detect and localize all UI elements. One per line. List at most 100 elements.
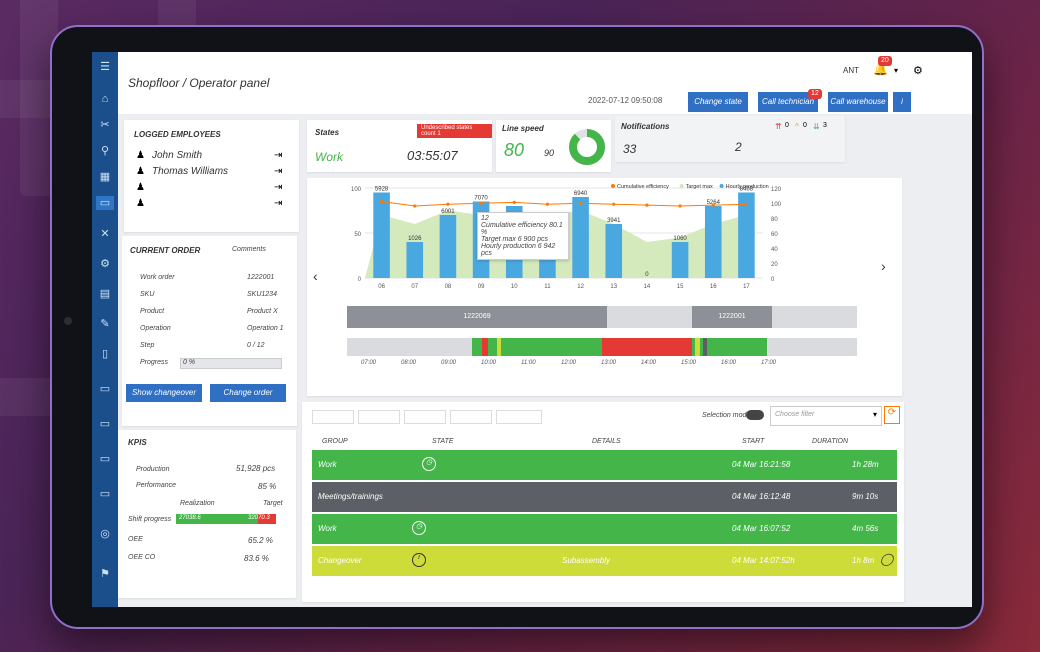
column-header[interactable]: DURATION [812, 438, 848, 445]
timeline-segment[interactable] [602, 338, 692, 356]
bar-label: 1026 [408, 236, 422, 242]
order-block[interactable]: 1222001 [692, 306, 772, 328]
efficiency-point [413, 204, 417, 208]
logout-icon[interactable]: ⇥ [274, 182, 282, 193]
tag-icon[interactable]: ⚑ [96, 567, 114, 581]
file-icon[interactable]: ▯ [96, 347, 114, 361]
kpi-label: OEE [128, 536, 143, 543]
column-header[interactable]: START [742, 438, 764, 445]
toolbar-button[interactable] [312, 410, 354, 424]
bar-label: 6940 [574, 191, 588, 197]
edit-icon[interactable]: ✎ [96, 317, 114, 331]
timeline-tick: 17:00 [761, 360, 777, 366]
shift-realization-value: 27038.6 [179, 515, 201, 521]
chevron-down-icon[interactable]: ▾ [894, 66, 898, 75]
call-warehouse-button[interactable]: Call warehouse [828, 92, 888, 112]
progress-bar: 0 % [180, 358, 282, 369]
table-row[interactable]: Work ◷ 04 Mar 16:21:58 1h 28m [312, 450, 897, 480]
info-button[interactable]: i [893, 92, 911, 112]
comment-icon[interactable]: ◯ [880, 552, 893, 566]
notifications-card: Notifications 33 2 ⇈ 0 ^ 0 ⇊ 3 [615, 116, 845, 162]
logout-icon[interactable]: ⇥ [274, 198, 282, 209]
folder-icon[interactable]: ▭ [96, 196, 114, 210]
logout-icon[interactable]: ⇥ [274, 150, 282, 161]
y-tick-label: 0 [358, 277, 362, 283]
column-header[interactable]: DETAILS [592, 438, 621, 445]
grid-icon[interactable]: ▦ [96, 170, 114, 184]
sidebar: ☰ ⌂ ✂ ⚲ ▦ ▭ ✕ ⚙ ▤ ✎ ▯ ▭ ▭ ▭ ▭ ◎ ⚑ [92, 52, 118, 607]
y-tick-label: 100 [351, 187, 362, 193]
kpi-label: Production [136, 466, 170, 473]
refresh-icon[interactable]: ⟳ [884, 406, 900, 424]
row-start: 04 Mar 16:12:48 [732, 492, 791, 501]
bar-label: 7070 [474, 196, 488, 202]
gear-icon[interactable]: ⚙ [913, 64, 923, 77]
timeline-tick: 16:00 [721, 360, 737, 366]
bar-label: 5928 [375, 187, 389, 193]
timeline-segment[interactable] [703, 338, 707, 356]
kpi-label: Shift progress [128, 516, 172, 523]
change-order-button[interactable]: Change order [210, 384, 286, 402]
progress-label: Progress [140, 359, 169, 366]
employees-title: LOGGED EMPLOYEES [134, 130, 221, 139]
toolbar-button[interactable] [358, 410, 400, 424]
tools-icon[interactable]: ✂ [96, 118, 114, 132]
folder-icon[interactable]: ▭ [96, 487, 114, 501]
order-block[interactable]: 1222069 [347, 306, 607, 328]
legend-label: Cumulative efficiency [617, 184, 669, 190]
column-header[interactable]: STATE [432, 438, 454, 445]
states-card: States Undescribed states count 1 Work 0… [307, 120, 492, 172]
timeline-segment[interactable] [497, 338, 501, 356]
next-arrow-icon[interactable]: › [881, 258, 886, 274]
bar [572, 197, 589, 278]
globe-icon[interactable]: ◎ [96, 527, 114, 541]
y-right-tick-label: 80 [771, 217, 778, 223]
table-row[interactable]: Meetings/trainings 04 Mar 16:12:48 9m 10… [312, 482, 897, 512]
efficiency-point [512, 200, 516, 204]
logout-icon[interactable]: ⇥ [274, 166, 282, 177]
clock-icon: ◷ [412, 521, 426, 535]
shift-progress-bar: 27038.6 32070.3 [176, 514, 276, 524]
comments-link[interactable]: Comments [232, 246, 266, 253]
document-icon[interactable]: ▤ [96, 287, 114, 301]
home-icon[interactable]: ⌂ [96, 92, 114, 106]
filter-select[interactable]: Choose filter ▾ [770, 406, 882, 426]
scissors-icon[interactable]: ✕ [96, 227, 114, 241]
selection-mode-toggle[interactable] [746, 410, 764, 420]
user-name[interactable]: ANT [843, 66, 859, 75]
change-state-button[interactable]: Change state [688, 92, 748, 112]
toolbar-button[interactable] [450, 410, 492, 424]
person-icon: ♟ [136, 150, 145, 161]
realization-label: Realization [180, 500, 215, 507]
person-icon: ♟ [136, 166, 145, 177]
efficiency-point [578, 201, 583, 205]
logged-employees-card: LOGGED EMPLOYEES ♟ John Smith ⇥ ♟ Thomas… [124, 120, 299, 232]
folder-icon[interactable]: ▭ [96, 452, 114, 466]
column-header[interactable]: GROUP [322, 438, 348, 445]
table-row[interactable]: Work ◷ 04 Mar 16:07:52 4m 56s [312, 514, 897, 544]
toolbar-button[interactable] [404, 410, 446, 424]
timeline-segment[interactable] [695, 338, 700, 356]
order-title: CURRENT ORDER [130, 246, 201, 255]
row-start: 04 Mar 14:07:52h [732, 556, 795, 565]
prev-arrow-icon[interactable]: ‹ [313, 268, 318, 284]
target-label: Target [263, 500, 283, 507]
efficiency-line [381, 201, 747, 207]
tooltip-line: Target max 6 900 pcs [481, 236, 549, 243]
order-row-label: Product [140, 308, 165, 315]
folder-icon[interactable]: ▭ [96, 382, 114, 396]
row-start: 04 Mar 16:07:52 [732, 524, 791, 533]
menu-icon[interactable]: ☰ [96, 60, 114, 74]
toolbar-button[interactable] [496, 410, 542, 424]
kpi-value: 65.2 % [248, 536, 273, 545]
timeline-segment[interactable] [482, 338, 488, 356]
folder-icon[interactable]: ▭ [96, 417, 114, 431]
table-row[interactable]: Changeover i Subassembly 04 Mar 14:07:52… [312, 546, 897, 576]
location-icon[interactable]: ⚲ [96, 144, 114, 158]
settings-icon[interactable]: ⚙ [96, 257, 114, 271]
undescribed-alert[interactable]: Undescribed states count 1 [417, 124, 492, 138]
show-changeover-button[interactable]: Show changeover [126, 384, 202, 402]
timeline-segment[interactable] [472, 338, 602, 356]
notification-count: 33 [623, 142, 637, 156]
legend-marker [679, 184, 684, 188]
